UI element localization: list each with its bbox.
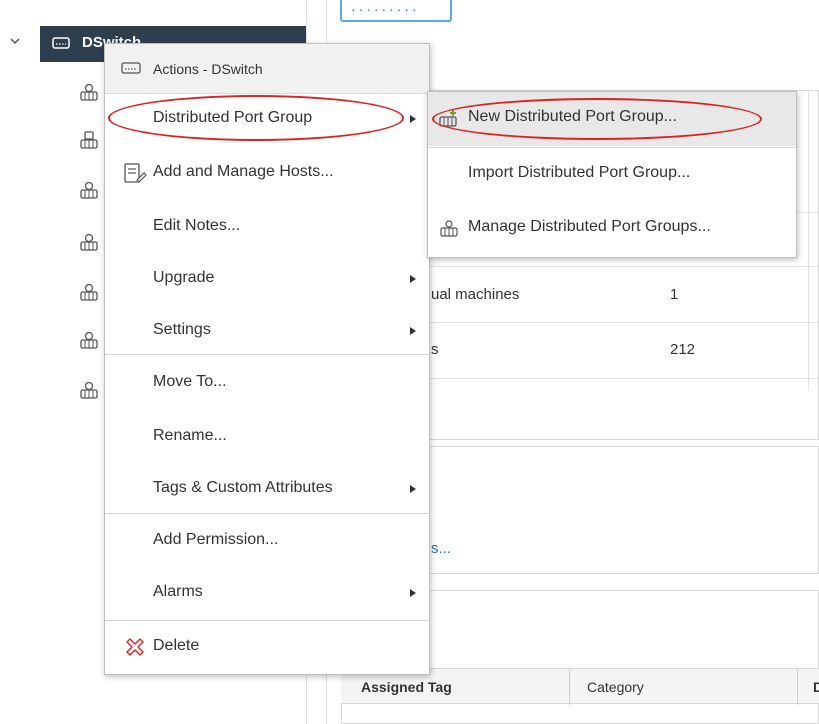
chevron-down-icon[interactable] [8,34,22,48]
widget-indicator: ········· [350,4,419,17]
menu-item-label: Upgrade [153,269,215,286]
menu-item-add-permission[interactable]: Add Permission... [105,516,429,566]
manage-port-groups-icon [440,220,458,237]
menu-item-label: Add Permission... [153,531,279,548]
column-separator [569,669,570,705]
menu-item-settings[interactable]: Settings [105,306,429,356]
menu-item-alarms[interactable]: Alarms [105,568,429,618]
column-separator [797,669,798,705]
menu-item-label: Add and Manage Hosts... [153,163,334,180]
menu-separator [105,354,429,355]
detail-value: 212 [670,341,696,358]
menu-item-move-to[interactable]: Move To... [105,358,429,408]
port-group-icon[interactable] [78,180,100,202]
menu-item-edit-notes[interactable]: Edit Notes... [105,202,429,252]
distributed-port-group-submenu: New Distributed Port Group... Import Dis… [427,91,797,258]
menu-item-label: Distributed Port Group [153,109,313,126]
switch-icon [121,62,141,74]
menu-item-tags-custom-attributes[interactable]: Tags & Custom Attributes [105,464,429,514]
add-hosts-icon [124,163,147,183]
menu-item-label: Alarms [153,583,203,600]
submenu-arrow-icon [410,275,416,283]
column-header-assigned-tag[interactable]: Assigned Tag [361,679,452,695]
menu-item-delete[interactable]: Delete [105,622,429,672]
menu-item-label: Delete [153,637,200,654]
menu-item-label: Tags & Custom Attributes [153,479,333,496]
submenu-item-import-distributed-port-group[interactable]: Import Distributed Port Group... [428,148,796,202]
menu-item-label: Settings [153,321,211,338]
menu-item-rename[interactable]: Rename... [105,412,429,462]
column-header-description[interactable]: D [813,679,819,695]
menu-item-distributed-port-group[interactable]: Distributed Port Group [105,94,429,144]
menu-separator [105,620,429,621]
column-header-category[interactable]: Category [587,679,644,695]
port-group-icon[interactable] [78,82,100,104]
submenu-item-new-distributed-port-group[interactable]: New Distributed Port Group... [428,92,796,146]
port-group-icon[interactable] [78,330,100,352]
new-port-group-icon [439,110,457,127]
card-column-divider [808,90,809,390]
menu-item-label: Rename... [153,427,227,444]
detail-value: 1 [670,286,679,303]
port-group-icon[interactable] [78,282,100,304]
delete-icon [126,638,144,656]
port-group-icon[interactable] [78,232,100,254]
menu-header-title: Actions - DSwitch [153,61,263,77]
actions-context-menu: Actions - DSwitch Distributed Port Group… [104,43,430,675]
summary-widget-tab[interactable]: ········· [340,0,452,22]
detail-label: ual machines [431,286,520,303]
submenu-item-label: Manage Distributed Port Groups... [468,218,711,235]
submenu-item-label: Import Distributed Port Group... [468,164,691,181]
submenu-arrow-icon [410,589,416,597]
screen: DSwitch [0,0,819,724]
submenu-arrow-icon [410,485,416,493]
menu-header: Actions - DSwitch [105,44,429,94]
menu-item-upgrade[interactable]: Upgrade [105,254,429,304]
port-group-icon[interactable] [78,130,100,152]
submenu-arrow-icon [410,115,416,123]
menu-item-label: Move To... [153,373,227,390]
submenu-item-manage-distributed-port-groups[interactable]: Manage Distributed Port Groups... [428,202,796,256]
edit-link[interactable]: s... [431,540,451,557]
menu-item-label: Edit Notes... [153,217,241,234]
detail-label: s [431,341,439,358]
switch-icon [52,37,70,49]
submenu-item-label: New Distributed Port Group... [468,108,677,125]
menu-separator [105,513,429,514]
menu-item-add-manage-hosts[interactable]: Add and Manage Hosts... [105,148,429,198]
port-group-icon[interactable] [78,380,100,402]
submenu-arrow-icon [410,327,416,335]
